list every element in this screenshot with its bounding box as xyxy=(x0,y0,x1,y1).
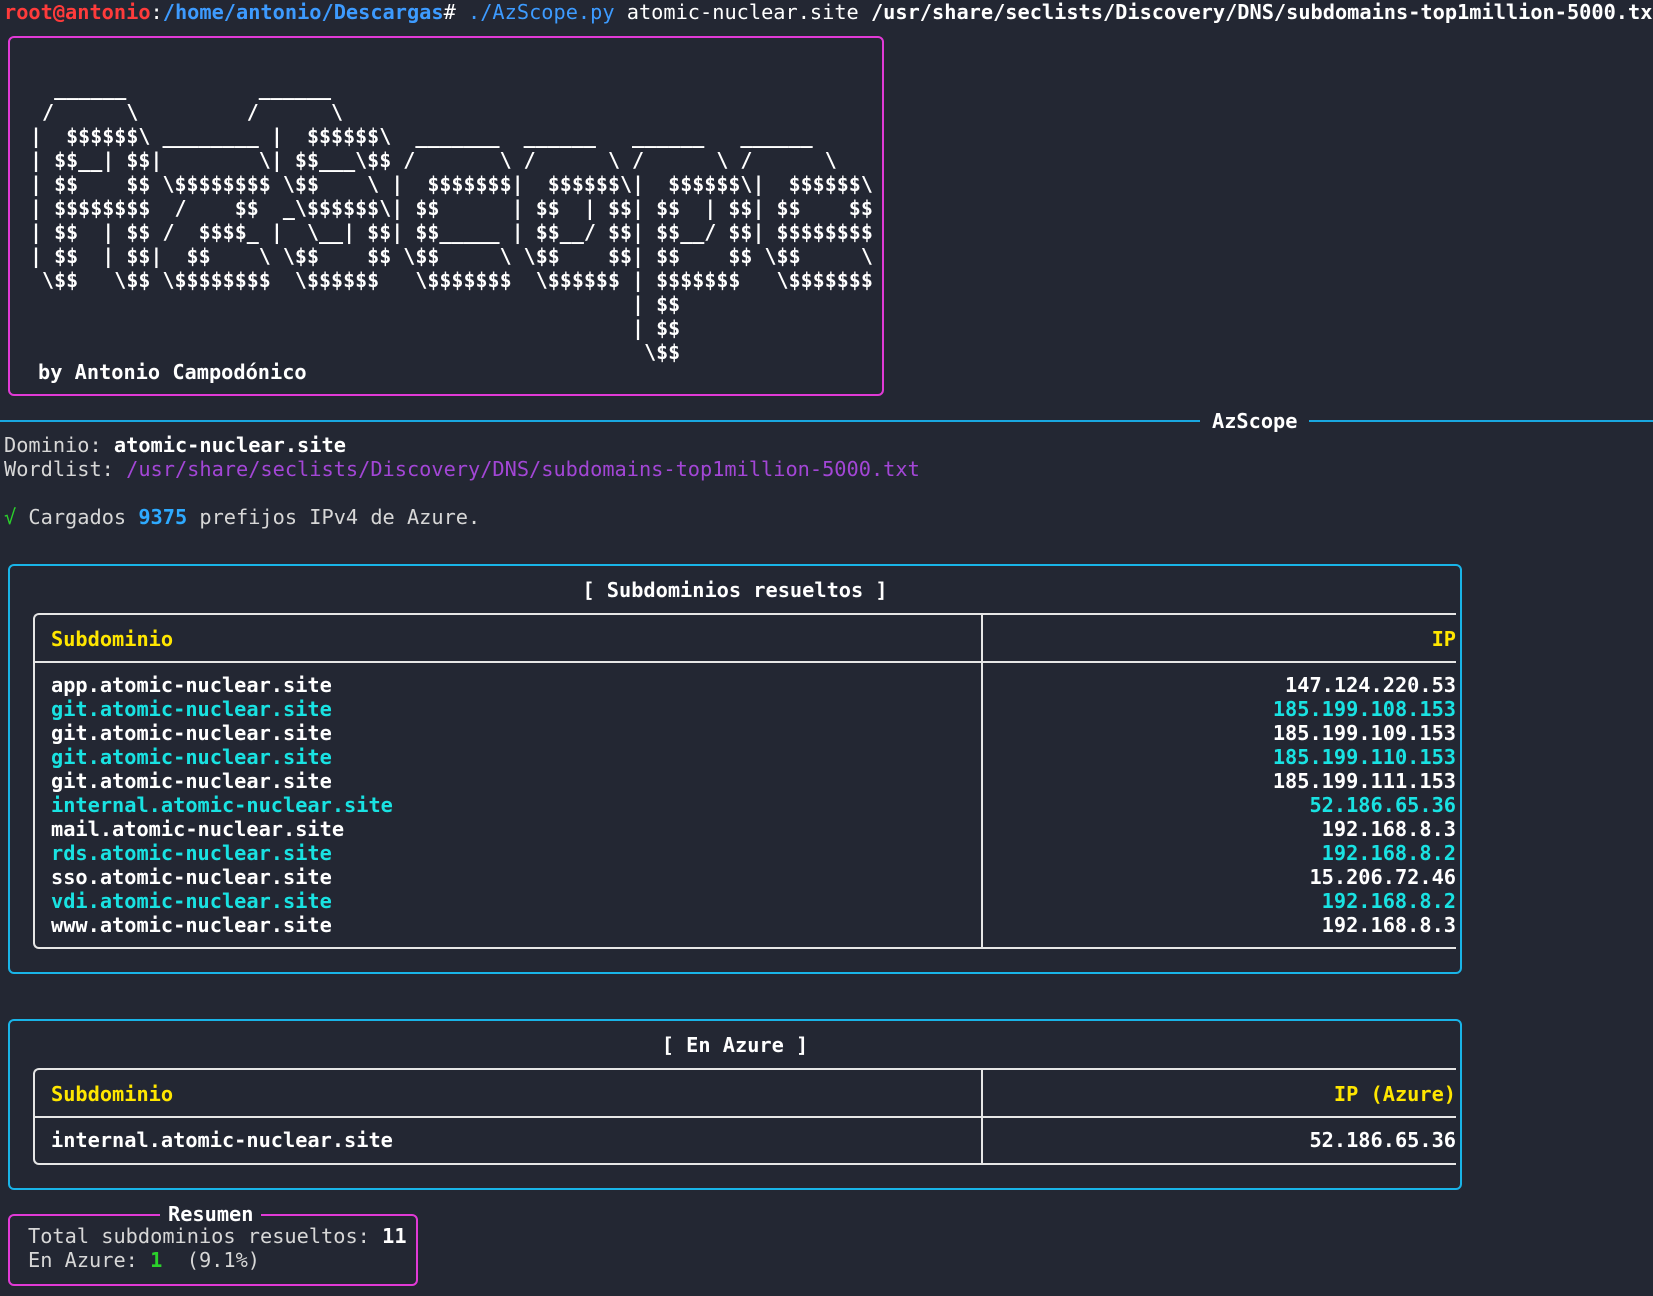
summary-total-label: Total subdominios resueltos: xyxy=(28,1224,383,1248)
prompt-symbol: # xyxy=(443,0,469,24)
check-icon: √ xyxy=(4,505,17,529)
ip-cell: 185.199.109.153 xyxy=(1272,721,1456,745)
ip-cell: 15.206.72.46 xyxy=(1309,865,1456,889)
col-ip-header: IP xyxy=(1431,627,1456,651)
prompt-user: root@antonio xyxy=(4,0,151,24)
dominio-label: Dominio: xyxy=(4,433,114,457)
subdomain-cell: sso.atomic-nuclear.site xyxy=(51,865,332,889)
ip-cell: 185.199.110.153 xyxy=(1272,745,1456,769)
table-row: www.atomic-nuclear.site 192.168.8.3 xyxy=(35,913,1456,937)
summary-title: Resumen xyxy=(160,1202,262,1226)
col-subdominio-header: Subdominio xyxy=(51,627,174,651)
table-row: git.atomic-nuclear.site 185.199.109.153 xyxy=(35,721,1456,745)
table-row: internal.atomic-nuclear.site 52.186.65.36 xyxy=(35,793,1456,817)
resolved-panel-title: [ Subdominios resueltos ] xyxy=(582,578,888,602)
banner-author: by Antonio Campodónico xyxy=(38,360,307,384)
prefixes-loaded-line: √ Cargados 9375 prefijos IPv4 de Azure. xyxy=(4,505,480,529)
ip-cell: 192.168.8.2 xyxy=(1321,889,1456,913)
table-header: Subdominio IP (Azure) xyxy=(35,1082,1456,1106)
dominio-value: atomic-nuclear.site xyxy=(113,433,346,457)
loaded-count: 9375 xyxy=(138,505,188,529)
summary-total-line: Total subdominios resueltos: 11 xyxy=(28,1224,407,1248)
table-row: sso.atomic-nuclear.site 15.206.72.46 xyxy=(35,865,1456,889)
summary-azure-pct: (9.1%) xyxy=(162,1248,261,1272)
ip-cell: 52.186.65.36 xyxy=(1309,1128,1456,1152)
col-subdominio-header: Subdominio xyxy=(51,1082,174,1106)
summary-total-value: 11 xyxy=(382,1224,407,1248)
subdomain-cell: git.atomic-nuclear.site xyxy=(51,769,332,793)
table-row: internal.atomic-nuclear.site 52.186.65.36 xyxy=(35,1128,1456,1152)
ip-cell: 52.186.65.36 xyxy=(1309,793,1456,817)
ip-cell: 192.168.8.2 xyxy=(1321,841,1456,865)
wordlist-line: Wordlist: /usr/share/seclists/Discovery/… xyxy=(4,457,920,481)
resolved-subdomains-panel: [ Subdominios resueltos ] Subdominio IP … xyxy=(8,564,1462,974)
loaded-prefix-text: Cargados xyxy=(16,505,139,529)
ip-cell: 192.168.8.3 xyxy=(1321,913,1456,937)
section-rule xyxy=(0,420,1653,422)
subdomain-cell: git.atomic-nuclear.site xyxy=(51,697,332,721)
dominio-line: Dominio: atomic-nuclear.site xyxy=(4,433,346,457)
subdomain-cell: rds.atomic-nuclear.site xyxy=(51,841,332,865)
azure-table: Subdominio IP (Azure) internal.atomic-nu… xyxy=(33,1068,1456,1165)
ip-cell: 185.199.111.153 xyxy=(1272,769,1456,793)
wordlist-value: /usr/share/seclists/Discovery/DNS/subdom… xyxy=(126,457,920,481)
ascii-banner-box: ______ ______ / \ / \ | $$$$$$\ ________… xyxy=(8,36,884,396)
subdomain-cell: www.atomic-nuclear.site xyxy=(51,913,332,937)
resolved-table: Subdominio IP app.atomic-nuclear.site 147… xyxy=(33,613,1456,949)
command-domain-arg: atomic-nuclear.site xyxy=(614,0,871,24)
rule-title: AzScope xyxy=(1200,409,1310,433)
command-prompt: root@antonio:/home/antonio/Descargas# ./… xyxy=(4,0,1653,24)
table-header: Subdominio IP xyxy=(35,627,1456,651)
ascii-art-logo: ______ ______ / \ / \ | $$$$$$\ ________… xyxy=(30,76,873,364)
table-row: git.atomic-nuclear.site 185.199.111.153 xyxy=(35,769,1456,793)
table-row: vdi.atomic-nuclear.site 192.168.8.2 xyxy=(35,889,1456,913)
header-separator xyxy=(35,661,1456,663)
subdomain-cell: vdi.atomic-nuclear.site xyxy=(51,889,332,913)
azure-panel: [ En Azure ] Subdominio IP (Azure) inter… xyxy=(8,1019,1462,1190)
table-row: rds.atomic-nuclear.site 192.168.8.2 xyxy=(35,841,1456,865)
table-row: mail.atomic-nuclear.site 192.168.8.3 xyxy=(35,817,1456,841)
command-wordlist-arg: /usr/share/seclists/Discovery/DNS/subdom… xyxy=(870,0,1653,24)
loaded-suffix-text: prefijos IPv4 de Azure. xyxy=(187,505,481,529)
command-script: ./AzScope.py xyxy=(468,0,615,24)
ip-cell: 147.124.220.53 xyxy=(1285,673,1456,697)
summary-box: Resumen Total subdominios resueltos: 11 … xyxy=(8,1202,418,1286)
subdomain-cell: git.atomic-nuclear.site xyxy=(51,721,332,745)
subdomain-cell: git.atomic-nuclear.site xyxy=(51,745,332,769)
subdomain-cell: internal.atomic-nuclear.site xyxy=(51,1128,393,1152)
prompt-separator: : xyxy=(150,0,163,24)
subdomain-cell: app.atomic-nuclear.site xyxy=(51,673,332,697)
subdomain-cell: mail.atomic-nuclear.site xyxy=(51,817,345,841)
table-row: app.atomic-nuclear.site 147.124.220.53 xyxy=(35,673,1456,697)
col-ip-azure-header: IP (Azure) xyxy=(1333,1082,1456,1106)
prompt-path: /home/antonio/Descargas xyxy=(162,0,444,24)
wordlist-label: Wordlist: xyxy=(4,457,127,481)
table-row: git.atomic-nuclear.site 185.199.110.153 xyxy=(35,745,1456,769)
header-separator xyxy=(35,1116,1456,1118)
ip-cell: 192.168.8.3 xyxy=(1321,817,1456,841)
subdomain-cell: internal.atomic-nuclear.site xyxy=(51,793,393,817)
table-row: git.atomic-nuclear.site 185.199.108.153 xyxy=(35,697,1456,721)
azure-panel-title: [ En Azure ] xyxy=(661,1033,809,1057)
summary-azure-value: 1 xyxy=(150,1248,163,1272)
summary-azure-label: En Azure: xyxy=(28,1248,151,1272)
summary-azure-line: En Azure: 1 (9.1%) xyxy=(28,1248,260,1272)
ip-cell: 185.199.108.153 xyxy=(1272,697,1456,721)
